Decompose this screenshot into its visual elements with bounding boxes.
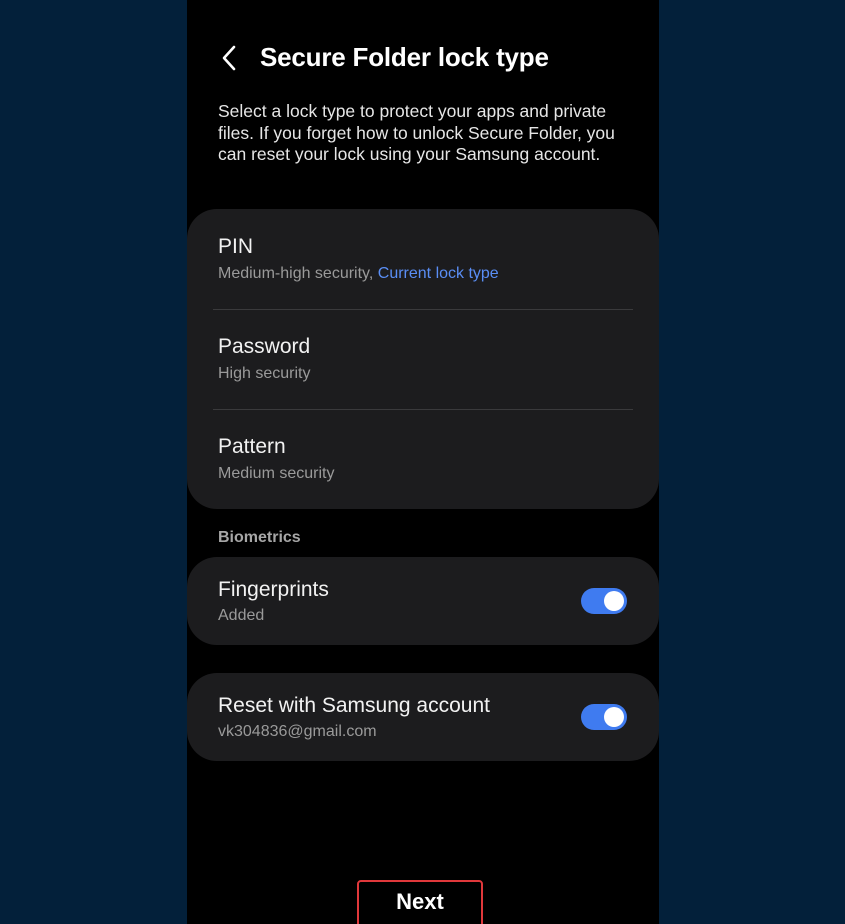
account-email: vk304836@gmail.com [218,723,377,740]
lock-option-subtitle: Medium security [218,465,335,482]
page-description: Select a lock type to protect your apps … [218,101,615,164]
next-button[interactable]: Next [357,880,483,924]
lock-option-title: PIN [218,235,254,258]
biometrics-section-label: Biometrics [218,529,301,546]
reset-account-title: Reset with Samsung account [218,694,490,717]
security-level-text: Medium-high security, [218,265,378,282]
lock-option-password[interactable]: Password High security [187,309,659,409]
phone-screen: Secure Folder lock type Select a lock ty… [187,0,659,924]
lock-option-title: Password [218,335,311,358]
fingerprints-toggle[interactable] [581,588,627,614]
fingerprints-title: Fingerprints [218,578,329,601]
toggle-knob [604,591,624,611]
toggle-knob [604,707,624,727]
chevron-left-icon [222,45,236,71]
lock-option-title: Pattern [218,435,286,458]
lock-option-subtitle: Medium-high security, Current lock type [218,265,499,283]
lock-option-pattern[interactable]: Pattern Medium security [187,409,659,509]
app-header: Secure Folder lock type [187,36,659,80]
lock-option-pin[interactable]: PIN Medium-high security, Current lock t… [187,209,659,309]
reset-account-toggle[interactable] [581,704,627,730]
fingerprints-status: Added [218,607,265,624]
current-lock-type-label: Current lock type [377,265,499,282]
lock-type-list: PIN Medium-high security, Current lock t… [187,209,659,509]
page-title: Secure Folder lock type [260,42,549,72]
back-button[interactable] [213,42,245,74]
reset-samsung-account-row[interactable]: Reset with Samsung account vk304836@gmai… [187,673,659,761]
lock-option-subtitle: High security [218,365,311,382]
fingerprints-row[interactable]: Fingerprints Added [187,557,659,645]
